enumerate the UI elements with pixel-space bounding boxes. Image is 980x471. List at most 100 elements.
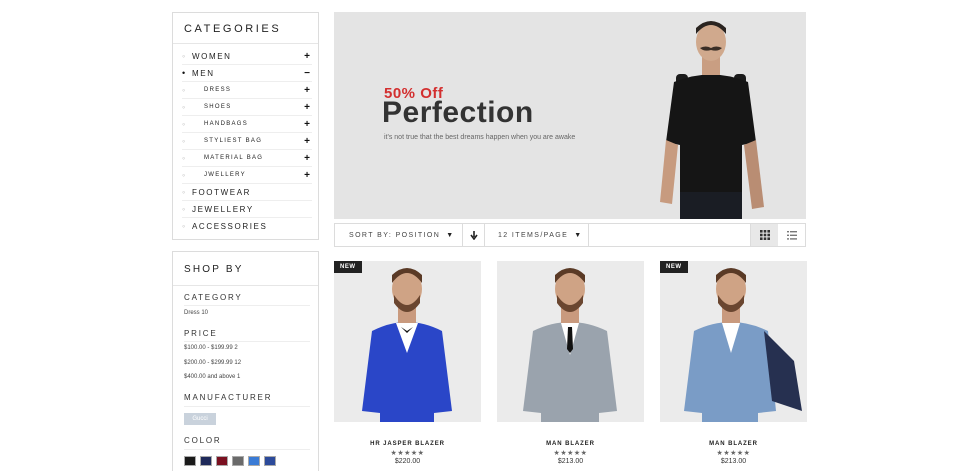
category-label: SHOES	[204, 104, 232, 110]
filter-heading-manufacturer: MANUFACTURER	[184, 393, 273, 402]
product-price: $213.00	[557, 458, 584, 465]
filter-option-dress[interactable]: Dress 10	[184, 310, 208, 316]
bullet-icon: ◦	[182, 186, 186, 197]
color-swatch[interactable]	[216, 456, 228, 466]
product-card[interactable]: NEW MAN BLAZER ★★★★★ $213.00	[660, 261, 807, 465]
product-photo	[684, 268, 802, 422]
divider	[173, 43, 318, 44]
category-label: JEWELLERY	[192, 204, 254, 214]
banner-description: it's not true that the best dreams happe…	[384, 134, 576, 141]
category-label: ACCESSORIES	[192, 222, 268, 231]
category-item-dress[interactable]: ◦ DRESS +	[182, 82, 312, 99]
limit-select[interactable]: 12 ITEMS/PAGE ▼	[485, 224, 589, 246]
product-toolbar: SORT BY: POSITION ▼ 12 ITEMS/PAGE ▼	[334, 223, 806, 247]
rating-stars-icon: ★★★★★	[390, 450, 425, 457]
category-item-jewellery[interactable]: ◦ JEWELLERY	[182, 201, 312, 218]
category-item-handbags[interactable]: ◦ HANDBAGS +	[182, 116, 312, 133]
category-label: FOOTWEAR	[192, 187, 252, 197]
bullet-icon: ◦	[182, 118, 186, 129]
divider	[184, 341, 310, 342]
filter-option-price[interactable]: $400.00 and above 1	[184, 374, 240, 380]
category-item-shoes[interactable]: ◦ SHOES +	[182, 99, 312, 116]
sort-label: SORT BY: POSITION	[349, 231, 441, 239]
divider	[184, 305, 310, 306]
promo-banner[interactable]: 50% Off Perfection it's not true that th…	[334, 12, 806, 219]
collapse-icon[interactable]: −	[302, 68, 312, 79]
grid-icon	[759, 230, 770, 240]
sort-select[interactable]: SORT BY: POSITION ▼	[335, 224, 463, 246]
limit-label: 12 ITEMS/PAGE	[498, 231, 569, 239]
product-card[interactable]: NEW HR JASPER BLAZER ★★★★★ $220.00	[334, 261, 481, 465]
bullet-icon: •	[182, 67, 186, 78]
expand-icon[interactable]: +	[302, 170, 312, 181]
bullet-icon: ◦	[182, 221, 186, 231]
caret-down-icon: ▼	[574, 231, 582, 239]
filter-option-price[interactable]: $200.00 - $299.99 12	[184, 360, 241, 366]
product-name[interactable]: MAN BLAZER	[660, 441, 807, 447]
color-swatches	[184, 456, 276, 466]
filter-option-gucci[interactable]: Gucci	[184, 413, 216, 425]
expand-icon[interactable]: +	[302, 85, 312, 96]
shop-by-title: SHOP BY	[184, 264, 244, 275]
list-icon	[786, 230, 797, 240]
category-item-accessories[interactable]: ◦ ACCESSORIES	[182, 218, 312, 235]
rating-stars-icon: ★★★★★	[716, 450, 751, 457]
rating-stars-icon: ★★★★★	[553, 450, 588, 457]
expand-icon[interactable]: +	[302, 136, 312, 147]
product-photo	[523, 268, 617, 422]
grid-view-button[interactable]	[750, 224, 778, 246]
bullet-icon: ◦	[182, 101, 186, 112]
bullet-icon: ◦	[182, 135, 186, 146]
product-image[interactable]	[497, 261, 644, 422]
caret-down-icon: ▼	[446, 231, 454, 239]
filter-option-price[interactable]: $100.00 - $199.99 2	[184, 345, 238, 351]
divider	[184, 449, 310, 450]
color-swatch[interactable]	[232, 456, 244, 466]
category-label: JWELLERY	[204, 172, 246, 178]
categories-panel: CATEGORIES ◦ WOMEN + • MEN − ◦ DRESS + ◦…	[172, 12, 319, 240]
category-label: MEN	[192, 68, 215, 78]
category-item-men[interactable]: • MEN −	[182, 65, 312, 82]
product-image[interactable]: NEW	[334, 261, 481, 422]
category-item-jwellery[interactable]: ◦ JWELLERY +	[182, 167, 312, 184]
new-badge: NEW	[660, 261, 688, 273]
product-name[interactable]: MAN BLAZER	[497, 441, 644, 447]
category-item-material-bag[interactable]: ◦ MATERIAL BAG +	[182, 150, 312, 167]
bullet-icon: ◦	[182, 169, 186, 180]
sort-direction-button[interactable]	[463, 224, 485, 246]
category-label: WOMEN	[192, 51, 232, 61]
bullet-icon: ◦	[182, 84, 186, 95]
banner-title: Perfection	[382, 96, 534, 129]
product-name[interactable]: HR JASPER BLAZER	[334, 441, 481, 447]
banner-model-image	[660, 21, 764, 219]
list-view-button[interactable]	[778, 224, 805, 246]
category-label: HANDBAGS	[204, 121, 249, 127]
product-card[interactable]: MAN BLAZER ★★★★★ $213.00	[497, 261, 644, 465]
category-label: STYLIEST BAG	[204, 138, 263, 144]
category-label: DRESS	[204, 87, 232, 93]
bullet-icon: ◦	[182, 203, 186, 214]
color-swatch[interactable]	[200, 456, 212, 466]
product-price: $213.00	[720, 458, 747, 465]
product-photo	[362, 268, 452, 422]
shop-by-panel: SHOP BY CATEGORY Dress 10 PRICE $100.00 …	[172, 251, 319, 471]
expand-icon[interactable]: +	[302, 51, 312, 62]
expand-icon[interactable]: +	[302, 119, 312, 130]
expand-icon[interactable]: +	[302, 102, 312, 113]
category-item-women[interactable]: ◦ WOMEN +	[182, 48, 312, 65]
divider	[184, 406, 310, 407]
bullet-icon: ◦	[182, 50, 186, 61]
color-swatch[interactable]	[248, 456, 260, 466]
bullet-icon: ◦	[182, 152, 186, 163]
product-image[interactable]: NEW	[660, 261, 807, 422]
color-swatch[interactable]	[184, 456, 196, 466]
category-label: MATERIAL BAG	[204, 155, 264, 161]
color-swatch[interactable]	[264, 456, 276, 466]
expand-icon[interactable]: +	[302, 153, 312, 164]
category-item-styliest-bag[interactable]: ◦ STYLIEST BAG +	[182, 133, 312, 150]
divider	[173, 285, 318, 286]
filter-heading-category: CATEGORY	[184, 293, 243, 302]
arrow-down-icon	[469, 230, 478, 240]
category-item-footwear[interactable]: ◦ FOOTWEAR	[182, 184, 312, 201]
